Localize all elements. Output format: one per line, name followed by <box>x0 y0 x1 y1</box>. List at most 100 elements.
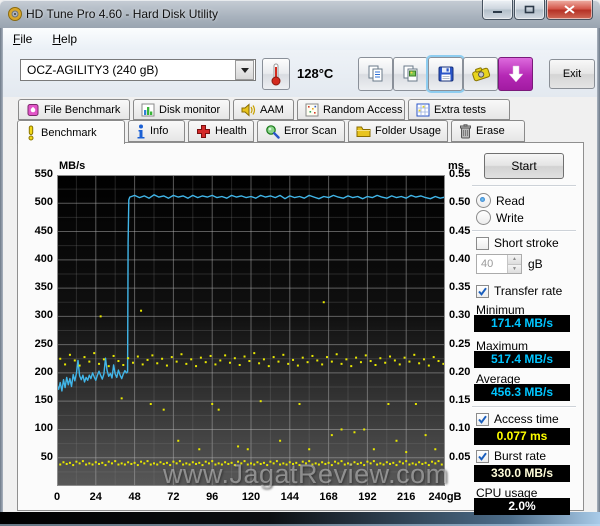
tab-health[interactable]: Health <box>188 120 254 142</box>
extra-tests-icon <box>416 103 430 116</box>
y-left-tick: 300 <box>34 309 53 322</box>
access-time-label: Access time <box>494 412 559 426</box>
file-benchmark-icon <box>27 103 39 116</box>
left-axis-unit: MB/s <box>59 160 86 172</box>
write-label: Write <box>496 210 524 225</box>
exit-button[interactable]: Exit <box>549 59 595 89</box>
trash-icon <box>460 123 471 138</box>
y-right-tick: 0.15 <box>449 394 471 407</box>
stepper-up-icon[interactable]: ▲ <box>508 255 521 265</box>
y-right-tick: 0.05 <box>449 450 471 463</box>
stepper-arrows[interactable]: ▲ ▼ <box>507 255 521 273</box>
tab-aam[interactable]: AAM <box>233 99 294 120</box>
window-border-left <box>0 28 3 512</box>
tab-random-access[interactable]: Random Access <box>297 99 405 120</box>
read-label: Read <box>496 193 525 208</box>
tab-benchmark[interactable]: Benchmark <box>17 120 125 144</box>
y-right-tick: 0.25 <box>449 337 471 350</box>
burst-rate-checkbox[interactable]: Burst rate <box>468 449 588 463</box>
temperature-value: 128°C <box>297 66 334 81</box>
info-icon <box>137 124 145 138</box>
burst-rate-label: Burst rate <box>494 449 547 463</box>
app-icon <box>7 6 23 27</box>
title-bar: HD Tune Pro 4.60 - Hard Disk Utility <box>0 0 600 29</box>
maximize-button[interactable] <box>514 0 545 20</box>
benchmark-chart: www.JagatReview.com <box>57 175 448 489</box>
menu-file[interactable]: File <box>13 32 32 46</box>
y-left-tick: 50 <box>40 450 53 463</box>
close-button[interactable] <box>546 0 593 20</box>
transfer-rate-checkbox[interactable]: Transfer rate <box>468 284 588 298</box>
camera-icon <box>471 67 490 82</box>
tab-label: Health <box>215 125 247 137</box>
y-left-tick: 450 <box>34 224 53 237</box>
y-right-tick: 0.55 <box>449 168 471 180</box>
tab-label: AAM <box>260 103 284 116</box>
short-stroke-label: Short stroke <box>494 236 559 250</box>
access-time-checkbox[interactable]: Access time <box>468 412 588 426</box>
y-left-tick: 100 <box>34 422 53 435</box>
save-button[interactable] <box>426 55 465 93</box>
tab-label: Extra tests <box>434 103 486 116</box>
magnifier-icon <box>266 124 280 139</box>
read-radio[interactable]: Read <box>468 193 588 208</box>
access-time-value: 0.077 ms <box>474 428 570 445</box>
stepper-down-icon[interactable]: ▼ <box>508 264 521 273</box>
tab-label: Erase <box>476 125 505 137</box>
start-button[interactable]: Start <box>484 153 564 179</box>
tab-label: Benchmark <box>41 126 97 139</box>
y-right-tick: 0.20 <box>449 365 471 378</box>
tab-folder-usage[interactable]: Folder Usage <box>348 120 448 142</box>
separator <box>472 406 576 408</box>
tab-label: Folder Usage <box>375 125 442 137</box>
close-icon <box>564 5 575 14</box>
tab-extra-tests[interactable]: Extra tests <box>408 99 510 120</box>
temperature-button[interactable] <box>262 58 290 90</box>
copy-image-button[interactable] <box>393 57 428 91</box>
copy-text-button[interactable] <box>358 57 393 91</box>
benchmark-panel: MB/s ms www.JagatReview.com Start Read W… <box>17 142 584 515</box>
copy-text-icon <box>368 65 382 82</box>
cpu-usage-value: 2.0% <box>474 498 570 515</box>
minimize-button[interactable] <box>482 0 513 20</box>
short-stroke-checkbox[interactable]: Short stroke <box>468 236 588 250</box>
minimum-value: 171.4 MB/s <box>474 315 570 332</box>
minimize-icon <box>493 11 502 13</box>
disk-monitor-icon <box>141 103 155 116</box>
results-panel: Start Read Write Short stroke 40 ▲ ▼ gB T… <box>468 143 582 515</box>
transfer-rate-label: Transfer rate <box>494 284 563 298</box>
burst-rate-value: 330.0 MB/s <box>474 465 570 482</box>
tab-error-scan[interactable]: Error Scan <box>257 120 345 142</box>
start-label: Start <box>511 159 537 173</box>
tab-label: Random Access <box>323 103 403 116</box>
tab-erase[interactable]: Erase <box>451 120 525 142</box>
y-left-tick: 250 <box>34 337 53 350</box>
y-right-tick: 0.45 <box>449 224 471 237</box>
y-left-tick: 400 <box>34 252 53 265</box>
y-right-tick: 0.35 <box>449 281 471 294</box>
thermometer-icon <box>271 63 281 86</box>
chart-canvas <box>57 175 445 486</box>
update-button[interactable] <box>498 57 533 91</box>
save-icon <box>438 66 453 82</box>
window-title: HD Tune Pro 4.60 - Hard Disk Utility <box>26 7 219 21</box>
tab-info[interactable]: Info <box>128 120 185 142</box>
benchmark-icon <box>28 125 34 140</box>
radio-unselected-icon[interactable] <box>476 210 491 225</box>
drive-select[interactable]: OCZ-AGILITY3 (240 gB) <box>20 59 256 81</box>
average-value: 456.3 MB/s <box>474 384 570 401</box>
speaker-icon <box>241 102 256 117</box>
y-left-tick: 200 <box>34 365 53 378</box>
menu-help[interactable]: Help <box>52 32 77 46</box>
checkbox-unchecked-icon[interactable] <box>476 236 489 250</box>
capacity-row: 40 ▲ ▼ gB <box>468 254 588 274</box>
tab-disk-monitor[interactable]: Disk monitor <box>133 99 230 120</box>
y-left-tick: 150 <box>34 394 53 407</box>
y-left-tick: 500 <box>34 196 53 209</box>
y-left-tick: 350 <box>34 281 53 294</box>
tab-file-benchmark[interactable]: File Benchmark <box>18 99 130 120</box>
write-radio[interactable]: Write <box>468 210 588 225</box>
screenshot-button[interactable] <box>463 57 498 91</box>
menu-bar: File Help <box>3 28 597 50</box>
chevron-down-icon[interactable] <box>235 60 254 80</box>
